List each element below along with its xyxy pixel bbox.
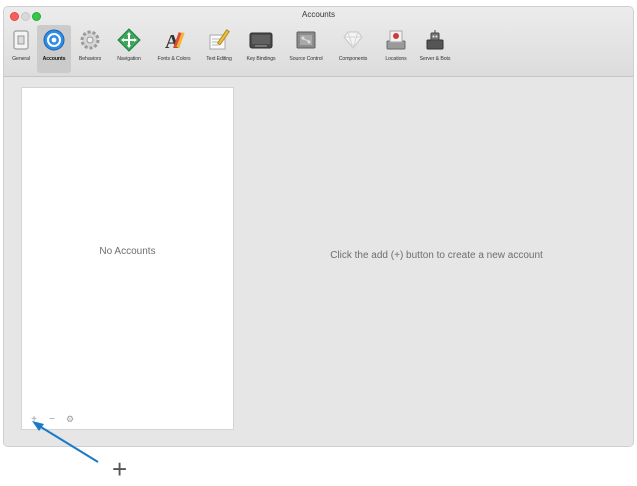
annotation-plus-sign: + [112, 454, 128, 484]
annotation-arrow [32, 421, 99, 463]
